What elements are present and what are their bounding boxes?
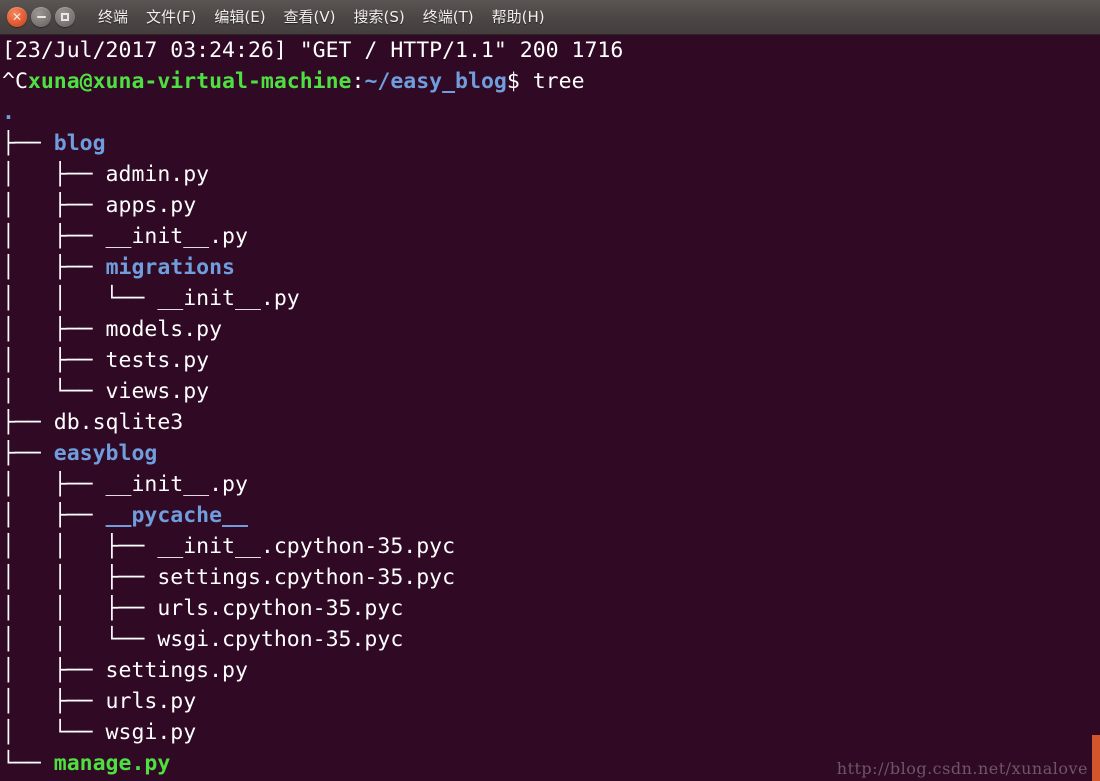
terminal-line: │ ├── __init__.py [2, 221, 623, 252]
terminal-scrollbar[interactable] [1092, 35, 1100, 781]
terminal-text-span: : [351, 69, 365, 94]
menu-item-2[interactable]: 编辑(E) [213, 8, 266, 27]
terminal-line: ├── easyblog [2, 438, 623, 469]
terminal-text-span: │ │ ├── settings.cpython-35.pyc [2, 565, 456, 590]
menu-item-1[interactable]: 文件(F) [145, 8, 197, 27]
menu-item-5[interactable]: 终端(T) [422, 8, 475, 27]
terminal-line: │ ├── __init__.py [2, 469, 623, 500]
terminal-text-span: │ ├── [2, 255, 106, 280]
terminal-text-span: │ ├── tests.py [2, 348, 210, 373]
terminal-text-span: │ ├── settings.py [2, 658, 248, 683]
terminal-line: [23/Jul/2017 03:24:26] "GET / HTTP/1.1" … [2, 35, 623, 66]
menu-item-4[interactable]: 搜索(S) [353, 8, 406, 27]
terminal-line: ├── db.sqlite3 [2, 407, 623, 438]
terminal-line: │ ├── __pycache__ [2, 500, 623, 531]
terminal-text-span: │ └── wsgi.py [2, 720, 197, 745]
menu-item-6[interactable]: 帮助(H) [491, 8, 546, 27]
terminal-text-span: ~/easy_blog [364, 69, 507, 94]
menu-item-3[interactable]: 查看(V) [283, 8, 337, 27]
terminal-text-span: [23/Jul/2017 03:24:26] "GET / HTTP/1.1" … [2, 38, 624, 63]
terminal-line: │ │ ├── __init__.cpython-35.pyc [2, 531, 623, 562]
terminal-text-span: xuna@xuna-virtual-machine [27, 69, 352, 94]
terminal-line: │ ├── models.py [2, 314, 623, 345]
terminal-line: │ ├── urls.py [2, 686, 623, 717]
terminal-text-span: │ │ ├── __init__.cpython-35.pyc [2, 534, 456, 559]
terminal-line: │ ├── admin.py [2, 159, 623, 190]
terminal-line: └── manage.py [2, 748, 623, 779]
terminal-line: │ ├── apps.py [2, 190, 623, 221]
terminal-text-span: │ ├── __init__.py [2, 224, 248, 249]
terminal-text-span: blog [53, 131, 106, 156]
maximize-button[interactable] [55, 7, 75, 27]
terminal-line: │ │ └── __init__.py [2, 283, 623, 314]
close-button[interactable]: ✕ [7, 7, 27, 27]
terminal-line: │ └── views.py [2, 376, 623, 407]
terminal-line: │ ├── settings.py [2, 655, 623, 686]
terminal-line: │ │ └── wsgi.cpython-35.pyc [2, 624, 623, 655]
terminal-text-span: │ └── views.py [2, 379, 210, 404]
terminal-text-span: │ ├── models.py [2, 317, 223, 342]
terminal-text-span: ├── [2, 441, 54, 466]
watermark-text: http://blog.csdn.net/xunalove [836, 759, 1088, 778]
terminal-line: │ │ ├── settings.cpython-35.pyc [2, 562, 623, 593]
title-bar: ✕ 终端 文件(F) 编辑(E) 查看(V) 搜索(S) 终端(T) 帮助(H) [0, 0, 1100, 35]
terminal-text-span: │ ├── [2, 503, 106, 528]
terminal-window: ✕ 终端 文件(F) 编辑(E) 查看(V) 搜索(S) 终端(T) 帮助(H) [23/J… [0, 0, 1100, 781]
terminal-line: │ └── wsgi.py [2, 717, 623, 748]
terminal-text-span: manage.py [53, 751, 171, 776]
terminal-text-span: easyblog [53, 441, 158, 466]
menu-bar: 终端 文件(F) 编辑(E) 查看(V) 搜索(S) 终端(T) 帮助(H) [97, 8, 546, 27]
terminal-output: [23/Jul/2017 03:24:26] "GET / HTTP/1.1" … [2, 35, 623, 779]
terminal-text-span: ^C [2, 69, 28, 94]
terminal-text-span: ├── [2, 131, 54, 156]
terminal-text-span: __pycache__ [105, 503, 248, 528]
scrollbar-thumb[interactable] [1092, 735, 1100, 781]
terminal-text-span: ├── db.sqlite3 [2, 410, 184, 435]
terminal-text-span: │ ├── urls.py [2, 689, 197, 714]
window-controls: ✕ [7, 7, 75, 27]
menu-item-0[interactable]: 终端 [97, 8, 129, 27]
terminal-line: ^Cxuna@xuna-virtual-machine:~/easy_blog$… [2, 66, 623, 97]
maximize-icon [55, 7, 75, 27]
terminal-text-span: │ │ └── __init__.py [2, 286, 300, 311]
terminal-text-span: │ │ ├── urls.cpython-35.pyc [2, 596, 404, 621]
terminal-line: │ ├── migrations [2, 252, 623, 283]
terminal-screen[interactable]: [23/Jul/2017 03:24:26] "GET / HTTP/1.1" … [0, 35, 1100, 781]
terminal-text-span: │ │ └── wsgi.cpython-35.pyc [2, 627, 404, 652]
terminal-text-span: │ ├── admin.py [2, 162, 210, 187]
minimize-button[interactable] [31, 7, 51, 27]
terminal-line: . [2, 97, 623, 128]
terminal-text-span: │ ├── __init__.py [2, 472, 248, 497]
terminal-line: ├── blog [2, 128, 623, 159]
terminal-text-span: │ ├── apps.py [2, 193, 197, 218]
minimize-icon [31, 7, 51, 27]
terminal-text-span: └── [2, 751, 54, 776]
terminal-text-span: migrations [105, 255, 236, 280]
terminal-line: │ ├── tests.py [2, 345, 623, 376]
close-icon: ✕ [11, 10, 23, 24]
terminal-text-span: . [2, 100, 15, 125]
terminal-line: │ │ ├── urls.cpython-35.pyc [2, 593, 623, 624]
terminal-text-span: $ tree [506, 69, 585, 94]
